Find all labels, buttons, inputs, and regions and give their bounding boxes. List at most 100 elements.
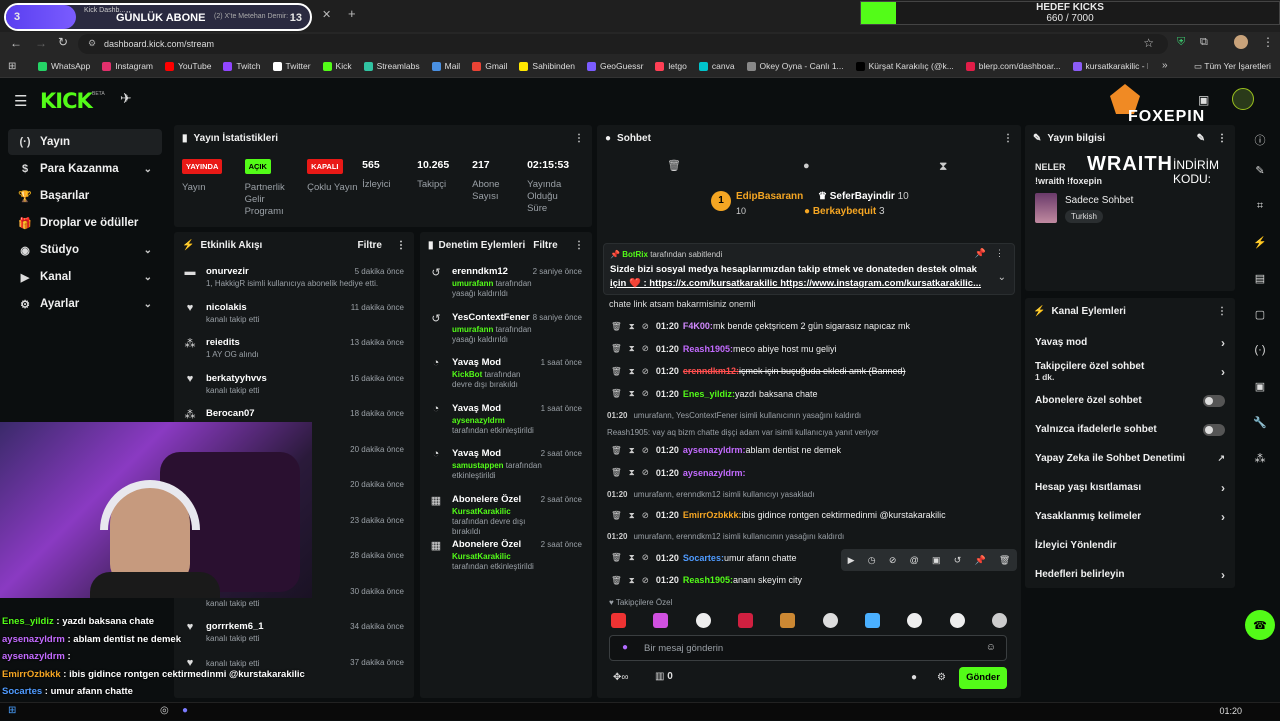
- stream-info-menu-icon[interactable]: ⋮: [1217, 133, 1227, 144]
- chat-input[interactable]: ● Bir mesaj gönderin ☺: [609, 635, 1007, 661]
- discord-icon[interactable]: ●: [182, 705, 188, 716]
- chat-username[interactable]: erenndkm12:: [683, 366, 739, 376]
- nav-item[interactable]: $Para Kazanma⌄: [8, 156, 162, 182]
- emote-panda[interactable]: [823, 613, 838, 628]
- leaderboard-first-name[interactable]: EdipBasarann: [736, 191, 803, 202]
- profile-avatar[interactable]: [1234, 35, 1248, 49]
- emote-panda2[interactable]: [907, 613, 922, 628]
- pin-action-icon[interactable]: 📌: [975, 248, 986, 259]
- timeout-user-icon[interactable]: ⧗: [629, 552, 635, 563]
- back-icon[interactable]: ←: [10, 36, 22, 50]
- pinned-message[interactable]: 📌 BotRix tarafından sabitlendi 📌 ⋮ Sizde…: [603, 243, 1015, 295]
- chat-menu-icon[interactable]: ⋮: [1003, 133, 1013, 144]
- bookmark-item[interactable]: Gmail: [472, 61, 507, 71]
- channel-action-item[interactable]: Yapay Zeka ile Sohbet Denetimi↗: [1025, 444, 1235, 473]
- bookmark-item[interactable]: Kürşat Karakılıç (@k...: [856, 61, 954, 71]
- wrench-icon[interactable]: 🔧: [1248, 410, 1272, 434]
- trash-icon[interactable]: 🗑: [667, 159, 681, 172]
- chat-icon[interactable]: ▢: [1248, 302, 1272, 326]
- emote-sh[interactable]: [611, 613, 626, 628]
- chat-message[interactable]: 🗑⧗⊘01:20erenndkm12: içmek için buçuğuda …: [597, 360, 1021, 383]
- bookmark-item[interactable]: letgo: [655, 61, 686, 71]
- info-icon[interactable]: ⓘ: [1248, 128, 1272, 152]
- chat-message[interactable]: 🗑⧗⊘01:20aysenazyldrm:: [597, 462, 1021, 485]
- nav-item[interactable]: 🏆Başarılar: [8, 183, 162, 209]
- forward-icon[interactable]: →: [35, 36, 47, 50]
- site-info-icon[interactable]: ⚙: [88, 38, 96, 49]
- toggle-switch[interactable]: [1203, 424, 1225, 436]
- broadcast-icon[interactable]: (·): [1248, 338, 1272, 362]
- apps-grid-icon[interactable]: ⊞: [8, 61, 16, 72]
- activity-item[interactable]: ⁂reiedits1 AY OG alındı13 dakika önce: [174, 333, 414, 369]
- tv-icon[interactable]: ▣: [1198, 93, 1209, 107]
- chat-mode-icon[interactable]: ●: [803, 160, 810, 172]
- windows-start-icon[interactable]: ⊞: [8, 705, 16, 716]
- edit-icon[interactable]: ✎: [1197, 133, 1205, 144]
- channel-action-item[interactable]: Abonelere özel sohbet: [1025, 386, 1235, 415]
- ban-user-icon[interactable]: ⊘: [642, 366, 649, 377]
- timeout-user-icon[interactable]: ⧗: [629, 510, 635, 521]
- extensions-icon[interactable]: ⧉: [1200, 36, 1208, 49]
- pin-tool-icon[interactable]: ✈: [120, 90, 132, 107]
- delete-message-icon[interactable]: 🗑: [611, 321, 622, 332]
- edit-pen-icon[interactable]: ✎: [1248, 158, 1272, 182]
- channel-action-item[interactable]: Yalnızca ifadelerle sohbet: [1025, 415, 1235, 444]
- emoji-icon[interactable]: ☺: [986, 642, 996, 653]
- chat-users-icon[interactable]: ●: [911, 672, 917, 683]
- nav-item[interactable]: ▶Kanal⌄: [8, 264, 162, 290]
- chat-username[interactable]: F4K00:: [683, 321, 713, 331]
- shield-extension-icon[interactable]: ⛨: [1177, 36, 1185, 49]
- timeout-icon[interactable]: ◷: [868, 555, 876, 566]
- chat-message[interactable]: 🗑⧗⊘01:20aysenazyldrm: ablam dentist ne d…: [597, 439, 1021, 462]
- leaderboard-second-name[interactable]: ♛ SeferBayindir 10: [818, 191, 909, 202]
- kick-logo[interactable]: KICK: [40, 89, 92, 113]
- channel-action-item[interactable]: Hedefleri belirleyin›: [1025, 560, 1235, 589]
- ban-user-icon[interactable]: ⊘: [642, 343, 649, 354]
- chat-message[interactable]: 🗑⧗⊘01:20Enes_yildiz: yazdı baksana chate: [597, 383, 1021, 406]
- nav-item[interactable]: 🎁Droplar ve ödüller: [8, 210, 162, 236]
- timeout-user-icon[interactable]: ⧗: [629, 575, 635, 586]
- chat-username[interactable]: aysenazyldrm:: [683, 468, 746, 478]
- chat-username[interactable]: Socartes:: [683, 553, 724, 563]
- infinity-icon[interactable]: ✥∞: [613, 672, 629, 683]
- ban-user-icon[interactable]: ⊘: [642, 388, 649, 399]
- nav-item[interactable]: ⚙Ayarlar⌄: [8, 291, 162, 317]
- emote-face[interactable]: [992, 613, 1007, 628]
- timeout-user-icon[interactable]: ⧗: [629, 321, 635, 332]
- document-icon[interactable]: ▤: [1248, 266, 1272, 290]
- activity-menu-icon[interactable]: ⋮: [396, 240, 406, 251]
- delete-message-icon[interactable]: 🗑: [611, 552, 622, 563]
- timeout-user-icon[interactable]: ⧗: [629, 388, 635, 399]
- stats-menu-icon[interactable]: ⋮: [574, 133, 584, 144]
- bookmark-item[interactable]: Twitter: [273, 61, 311, 71]
- mic-icon[interactable]: ●: [622, 642, 628, 653]
- bookmark-item[interactable]: blerp.com/dashboar...: [966, 61, 1061, 71]
- ban-user-icon[interactable]: ⊘: [642, 510, 649, 521]
- bookmark-item[interactable]: canva: [699, 61, 735, 71]
- channel-action-item[interactable]: İzleyici Yönlendir: [1025, 531, 1235, 560]
- copy-icon[interactable]: ▣: [932, 555, 941, 566]
- activity-item[interactable]: ♥nicolakiskanalı takip etti11 dakika önc…: [174, 298, 414, 334]
- bookmark-star-icon[interactable]: ☆: [1143, 36, 1154, 50]
- play-icon[interactable]: ▶: [848, 555, 855, 566]
- toggle-switch[interactable]: [1203, 395, 1225, 407]
- tab-x[interactable]: (2) X'te Metehan Demir: ...: [214, 13, 296, 20]
- chat-message[interactable]: 🗑⧗⊘01:20Reash1905: ananı skeyim city: [597, 569, 1021, 592]
- bookmark-item[interactable]: Streamlabs: [364, 61, 420, 71]
- delete-message-icon[interactable]: 🗑: [611, 343, 622, 354]
- emote-hs[interactable]: [780, 613, 795, 628]
- channel-actions-menu-icon[interactable]: ⋮: [1217, 306, 1227, 317]
- undo-icon[interactable]: ↺: [954, 555, 962, 566]
- all-bookmarks[interactable]: ▭ Tüm Yer İşaretleri: [1194, 61, 1271, 72]
- pinned-text-line2[interactable]: için ❤️ : https://x.com/kursatkarakilic …: [610, 278, 981, 289]
- pin-message-icon[interactable]: 📌: [974, 555, 985, 566]
- category-name[interactable]: Sadece Sohbet: [1065, 195, 1133, 206]
- channel-action-item[interactable]: Yavaş mod›: [1025, 328, 1235, 357]
- bookmark-item[interactable]: GeoGuessr: [587, 61, 643, 71]
- moderation-filter-button[interactable]: Filtre: [533, 240, 557, 251]
- nav-item[interactable]: (·)Yayın: [8, 129, 162, 155]
- activity-item[interactable]: ♥berkatyyhvvskanalı takip etti16 dakika …: [174, 369, 414, 405]
- bookmark-item[interactable]: YouTube: [165, 61, 211, 71]
- channel-action-item[interactable]: Hesap yaşı kısıtlaması›: [1025, 473, 1235, 502]
- chat-username[interactable]: Reash1905:: [683, 575, 733, 585]
